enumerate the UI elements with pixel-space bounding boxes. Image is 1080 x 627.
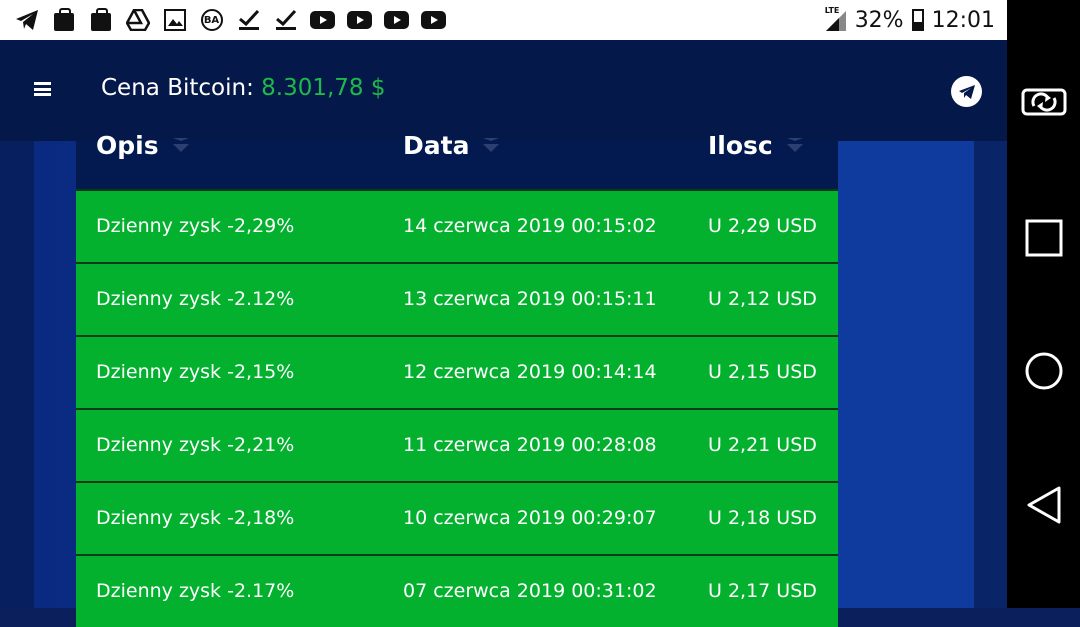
cell-data: 14 czerwca 2019 00:15:02 [403, 215, 657, 237]
clock: 12:01 [931, 7, 995, 33]
table-header: Opis Data Ilosc [76, 131, 838, 189]
cell-ilosc: U 2,18 USD [708, 507, 817, 529]
rotate-icon [1021, 88, 1066, 116]
menu-icon[interactable] [34, 82, 51, 96]
cell-opis: Dzienny zysk -2,15% [96, 361, 295, 383]
telegram-icon [14, 9, 39, 31]
youtube-icon [310, 9, 335, 31]
recents-icon [1025, 219, 1062, 257]
column-label: Opis [96, 131, 159, 160]
table-row: Dzienny zysk -2.12% 13 czerwca 2019 00:1… [76, 262, 838, 335]
cell-opis: Dzienny zysk -2.12% [96, 288, 295, 310]
ba-icon: BA [199, 9, 224, 31]
column-header-opis[interactable]: Opis [96, 131, 189, 160]
home-button[interactable] [1007, 351, 1080, 391]
cell-data: 10 czerwca 2019 00:29:07 [403, 507, 657, 529]
cell-data: 07 czerwca 2019 00:31:02 [403, 580, 657, 602]
cell-opis: Dzienny zysk -2,29% [96, 215, 295, 237]
table-row: Dzienny zysk -2,29% 14 czerwca 2019 00:1… [76, 189, 838, 262]
shopping-bag-icon [88, 8, 113, 31]
cell-ilosc: U 2,17 USD [708, 580, 817, 602]
bitcoin-price: Cena Bitcoin: 8.301,78 $ [101, 75, 386, 101]
app-header: Cena Bitcoin: 8.301,78 $ [0, 40, 1007, 141]
battery-icon [911, 9, 924, 31]
column-label: Ilosc [708, 131, 773, 160]
check-icon [236, 9, 261, 31]
cell-data: 12 czerwca 2019 00:14:14 [403, 361, 657, 383]
cell-opis: Dzienny zysk -2.17% [96, 580, 295, 602]
battery-percent: 32% [854, 7, 904, 33]
recents-button[interactable] [1007, 219, 1080, 257]
column-label: Data [403, 131, 470, 160]
price-label: Cena Bitcoin: [101, 75, 254, 101]
table-row: Dzienny zysk -2.17% 07 czerwca 2019 00:3… [76, 554, 838, 627]
youtube-icon [421, 9, 446, 31]
cell-opis: Dzienny zysk -2,18% [96, 507, 295, 529]
sort-icon [786, 137, 803, 152]
back-button[interactable] [1007, 485, 1080, 525]
signal-icon: LTE [824, 6, 847, 32]
table-row: Dzienny zysk -2,15% 12 czerwca 2019 00:1… [76, 335, 838, 408]
home-icon [1025, 352, 1062, 390]
cell-ilosc: U 2,15 USD [708, 361, 817, 383]
status-bar: BA LTE 32% 12:01 [0, 0, 1007, 40]
network-label: LTE [824, 6, 840, 15]
cell-ilosc: U 2,29 USD [708, 215, 817, 237]
right-margin [974, 141, 1007, 608]
telegram-button[interactable] [951, 76, 982, 107]
column-header-ilosc[interactable]: Ilosc [708, 131, 803, 160]
google-drive-icon [125, 9, 150, 31]
cell-opis: Dzienny zysk -2,21% [96, 434, 295, 456]
sort-icon [483, 137, 500, 152]
earnings-table: Opis Data Ilosc Dzienny zysk -2,29% 14 c… [76, 131, 838, 627]
right-panel [838, 141, 974, 608]
back-icon [1027, 486, 1060, 524]
table-row: Dzienny zysk -2,18% 10 czerwca 2019 00:2… [76, 481, 838, 554]
cell-ilosc: U 2,21 USD [708, 434, 817, 456]
cell-data: 13 czerwca 2019 00:15:11 [403, 288, 657, 310]
telegram-icon [958, 84, 975, 99]
sort-icon [172, 137, 189, 152]
cell-ilosc: U 2,12 USD [708, 288, 817, 310]
left-margin [0, 141, 34, 608]
shopping-bag-icon [51, 8, 76, 31]
check-icon [273, 9, 298, 31]
navigation-bar [1007, 0, 1080, 608]
price-value: 8.301,78 $ [261, 75, 386, 101]
rotate-button[interactable] [1007, 84, 1080, 120]
column-header-data[interactable]: Data [403, 131, 500, 160]
youtube-icon [347, 9, 372, 31]
table-row: Dzienny zysk -2,21% 11 czerwca 2019 00:2… [76, 408, 838, 481]
youtube-icon [384, 9, 409, 31]
cell-data: 11 czerwca 2019 00:28:08 [403, 434, 657, 456]
gallery-icon [162, 9, 187, 31]
